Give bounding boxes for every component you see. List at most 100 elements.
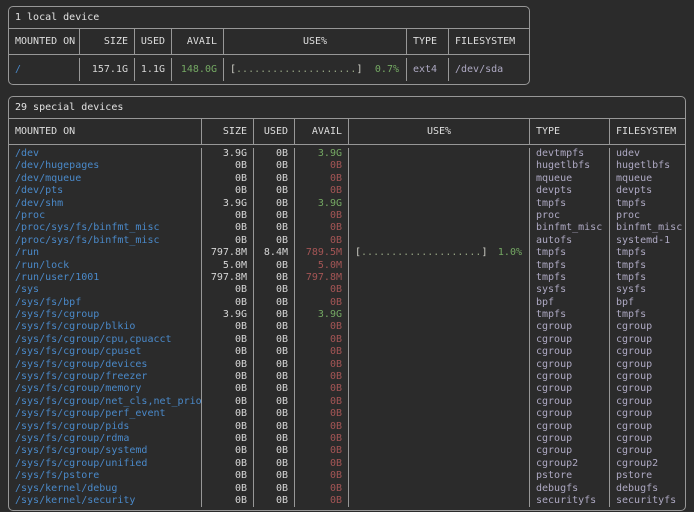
filesystem-name: cgroup: [609, 346, 685, 358]
mount-point: /sys/fs/cgroup/unified: [9, 458, 201, 470]
mount-point: /sys/fs/cgroup/cpuset: [9, 346, 201, 358]
usage-cell: [348, 185, 529, 197]
special-table-title: 29 special devices: [9, 97, 685, 119]
usage-percent: 1.0%: [498, 247, 522, 259]
table-row: /sys/fs/cgroup/net_cls,net_prio0B0B0Bcgr…: [9, 396, 685, 408]
filesystem-name: cgroup: [609, 445, 685, 457]
table-row: /sys/fs/cgroup/pids0B0B0Bcgroupcgroup: [9, 421, 685, 433]
filesystem-name: cgroup: [609, 396, 685, 408]
mount-point: /dev/mqueue: [9, 173, 201, 185]
mount-point: /dev: [9, 148, 201, 160]
size-value: 797.8M: [201, 247, 253, 259]
fs-type: proc: [529, 210, 609, 222]
used-value: 0B: [253, 408, 294, 420]
usage-cell: [348, 421, 529, 433]
usage-cell: [348, 321, 529, 333]
fs-type: devtmpfs: [529, 148, 609, 160]
used-value: 0B: [253, 470, 294, 482]
used-value: 0B: [253, 483, 294, 495]
avail-value: 3.9G: [294, 148, 348, 160]
mount-point: /dev/hugepages: [9, 160, 201, 172]
size-value: 797.8M: [201, 272, 253, 284]
fs-type: hugetlbfs: [529, 160, 609, 172]
usage-cell: [348, 396, 529, 408]
mount-point: /dev/pts: [9, 185, 201, 197]
filesystem-name: udev: [609, 148, 685, 160]
filesystem-name: sysfs: [609, 284, 685, 296]
size-value: 3.9G: [201, 309, 253, 321]
avail-value: 0B: [294, 495, 348, 507]
filesystem-name: hugetlbfs: [609, 160, 685, 172]
mount-point: /sys/fs/cgroup/pids: [9, 421, 201, 433]
filesystem-name: cgroup: [609, 408, 685, 420]
used-value: 0B: [253, 284, 294, 296]
used-value: 0B: [253, 222, 294, 234]
filesystem-name: cgroup: [609, 371, 685, 383]
fs-type: cgroup: [529, 433, 609, 445]
avail-value: 0B: [294, 284, 348, 296]
avail-value: 0B: [294, 408, 348, 420]
usage-cell: [348, 284, 529, 296]
filesystem-name: cgroup: [609, 359, 685, 371]
table-row: /run/user/1001797.8M0B797.8Mtmpfstmpfs: [9, 272, 685, 284]
usage-cell: [348, 371, 529, 383]
col-header-use-pct: USE%: [223, 29, 406, 54]
col-header-used: USED: [134, 29, 171, 54]
mount-point: /sys/kernel/debug: [9, 483, 201, 495]
mount-point: /sys/fs/cgroup/rdma: [9, 433, 201, 445]
mount-point: /sys: [9, 284, 201, 296]
fs-type: ext4: [406, 58, 448, 81]
col-header-filesystem: FILESYSTEM: [448, 29, 529, 54]
filesystem-name: cgroup: [609, 421, 685, 433]
filesystem-name: bpf: [609, 297, 685, 309]
filesystem-name: tmpfs: [609, 260, 685, 272]
used-value: 0B: [253, 235, 294, 247]
mount-point: /sys/fs/cgroup/cpu,cpuacct: [9, 334, 201, 346]
filesystem-name: cgroup: [609, 334, 685, 346]
table-row: /sys/kernel/security0B0B0Bsecurityfssecu…: [9, 495, 685, 507]
filesystem-name: pstore: [609, 470, 685, 482]
table-row: /run797.8M8.4M789.5M[...................…: [9, 247, 685, 259]
filesystem-name: /dev/sda: [448, 58, 529, 81]
filesystem-name: securityfs: [609, 495, 685, 507]
filesystem-name: mqueue: [609, 173, 685, 185]
used-value: 1.1G: [134, 58, 171, 81]
table-row: /sys/fs/cgroup/blkio0B0B0Bcgroupcgroup: [9, 321, 685, 333]
usage-cell: [348, 346, 529, 358]
mount-point: /sys/fs/cgroup/freezer: [9, 371, 201, 383]
col-header-avail: AVAIL: [171, 29, 223, 54]
avail-value: 0B: [294, 222, 348, 234]
used-value: 0B: [253, 445, 294, 457]
filesystem-name: debugfs: [609, 483, 685, 495]
usage-bar-close: ]: [356, 58, 362, 81]
avail-value: 0B: [294, 383, 348, 395]
size-value: 0B: [201, 173, 253, 185]
avail-value: 0B: [294, 433, 348, 445]
mount-point: /run/user/1001: [9, 272, 201, 284]
table-row: /sys/fs/cgroup/devices0B0B0Bcgroupcgroup: [9, 359, 685, 371]
table-row: /sys/kernel/debug0B0B0Bdebugfsdebugfs: [9, 483, 685, 495]
used-value: 0B: [253, 173, 294, 185]
usage-cell: [348, 297, 529, 309]
usage-cell: [348, 359, 529, 371]
filesystem-name: devpts: [609, 185, 685, 197]
used-value: 0B: [253, 309, 294, 321]
fs-type: tmpfs: [529, 247, 609, 259]
fs-type: devpts: [529, 185, 609, 197]
usage-cell: [348, 483, 529, 495]
usage-cell: [348, 408, 529, 420]
avail-value: 3.9G: [294, 198, 348, 210]
avail-value: 148.0G: [171, 58, 223, 81]
table-row: /sys/fs/cgroup/memory0B0B0Bcgroupcgroup: [9, 383, 685, 395]
col-header-type: TYPE: [529, 119, 609, 144]
avail-value: 0B: [294, 210, 348, 222]
col-header-use-pct: USE%: [348, 119, 529, 144]
fs-type: securityfs: [529, 495, 609, 507]
fs-type: cgroup: [529, 334, 609, 346]
local-table-body: /157.1G1.1G148.0G[....................]0…: [9, 55, 529, 84]
used-value: 8.4M: [253, 247, 294, 259]
filesystem-name: tmpfs: [609, 272, 685, 284]
fs-type: cgroup: [529, 371, 609, 383]
special-devices-table: 29 special devices MOUNTED ON SIZE USED …: [8, 96, 686, 511]
fs-type: binfmt_misc: [529, 222, 609, 234]
